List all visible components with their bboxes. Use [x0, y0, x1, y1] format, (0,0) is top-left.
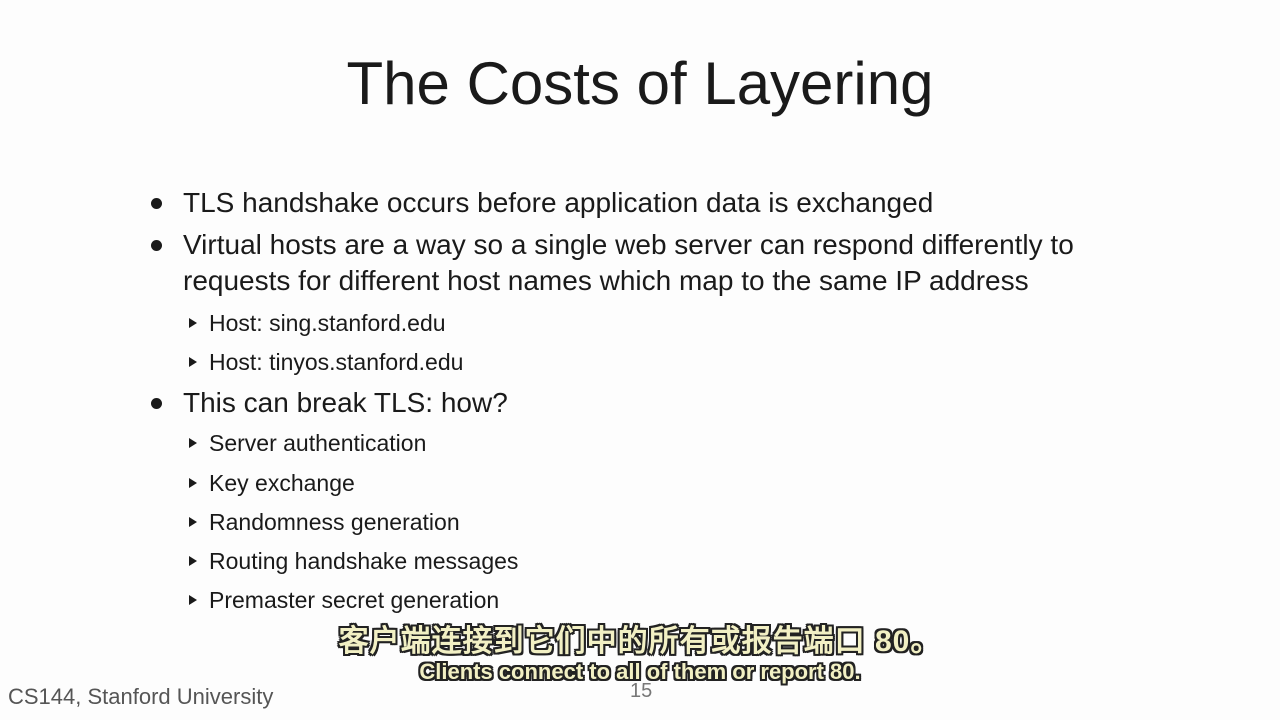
sub-bullet-host-sing: Host: sing.stanford.edu: [189, 308, 446, 338]
sub-bullet-text: Routing handshake messages: [209, 548, 519, 574]
sub-bullet-randomness: Randomness generation: [189, 507, 460, 537]
bullet-virtual-hosts: Virtual hosts are a way so a single web …: [151, 227, 1074, 263]
bullet-text: Virtual hosts are a way so a single web …: [183, 229, 1074, 260]
bullet-text: This can break TLS: how?: [183, 387, 508, 418]
triangle-bullet-icon: [189, 517, 197, 527]
sub-bullet-text: Premaster secret generation: [209, 587, 500, 613]
triangle-bullet-icon: [189, 478, 197, 488]
triangle-bullet-icon: [189, 318, 197, 328]
bullet-dot-icon: [151, 398, 162, 409]
bullet-break-tls: This can break TLS: how?: [151, 385, 508, 421]
triangle-bullet-icon: [189, 595, 197, 605]
triangle-bullet-icon: [189, 357, 197, 367]
sub-bullet-text: Host: sing.stanford.edu: [209, 310, 446, 336]
sub-bullet-server-auth: Server authentication: [189, 428, 427, 458]
sub-bullet-text: Server authentication: [209, 430, 427, 456]
bullet-virtual-hosts-cont: requests for different host names which …: [183, 265, 1029, 296]
subtitle-english: Clients connect to all of them or report…: [419, 659, 861, 684]
subtitle-chinese: 客户端连接到它们中的所有或报告端口 80。: [338, 625, 942, 658]
sub-bullet-text: Key exchange: [209, 470, 355, 496]
slide-title: The Costs of Layering: [346, 50, 934, 117]
sub-bullet-text: Host: tinyos.stanford.edu: [209, 349, 464, 375]
sub-bullet-key-exchange: Key exchange: [189, 468, 355, 498]
triangle-bullet-icon: [189, 556, 197, 566]
bullet-text: TLS handshake occurs before application …: [183, 187, 934, 218]
sub-bullet-text: Randomness generation: [209, 509, 460, 535]
bullet-dot-icon: [151, 240, 162, 251]
triangle-bullet-icon: [189, 438, 197, 448]
bullet-tls-handshake: TLS handshake occurs before application …: [151, 185, 934, 221]
bullet-dot-icon: [151, 198, 162, 209]
sub-bullet-routing: Routing handshake messages: [189, 546, 519, 576]
slide-footer: CS144, Stanford University: [8, 684, 274, 709]
sub-bullet-host-tinyos: Host: tinyos.stanford.edu: [189, 347, 464, 377]
sub-bullet-premaster: Premaster secret generation: [189, 585, 500, 615]
